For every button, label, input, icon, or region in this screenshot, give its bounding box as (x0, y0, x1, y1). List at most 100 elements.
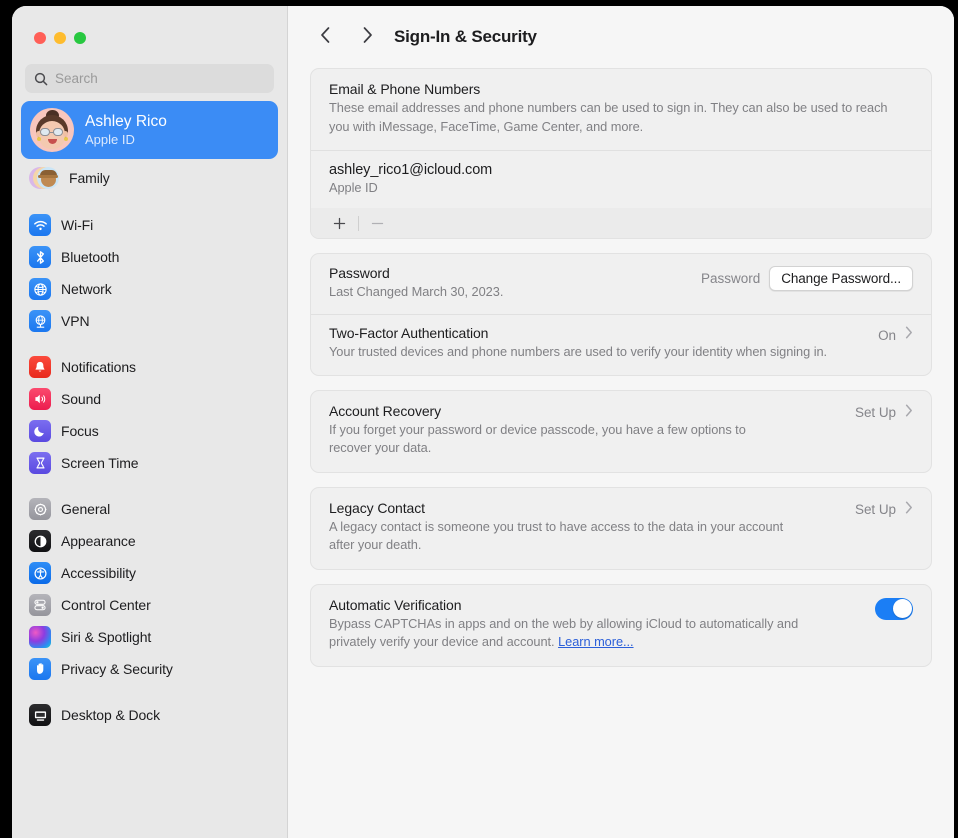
speaker-icon (29, 388, 51, 410)
accessibility-person-icon (29, 562, 51, 584)
account-recovery-row[interactable]: Account Recovery If you forget your pass… (311, 391, 931, 472)
two-factor-description: Your trusted devices and phone numbers a… (329, 343, 827, 362)
remove-button[interactable] (364, 212, 392, 234)
plus-icon (333, 217, 346, 230)
minus-icon (371, 217, 384, 230)
sidebar-item-label: General (61, 501, 110, 517)
sidebar-item-privacy-security[interactable]: Privacy & Security (21, 653, 278, 685)
card-account-recovery[interactable]: Account Recovery If you forget your pass… (310, 390, 932, 473)
traffic-lights (12, 6, 287, 44)
automatic-verification-row: Automatic Verification Bypass CAPTCHAs i… (311, 585, 931, 666)
email-entry-row[interactable]: ashley_rico1@icloud.com Apple ID (311, 151, 931, 209)
sidebar-item-label: Family (69, 170, 110, 186)
email-phone-header: Email & Phone Numbers These email addres… (311, 69, 931, 150)
section-description: These email addresses and phone numbers … (329, 99, 904, 136)
sidebar-item-screen-time[interactable]: Screen Time (21, 447, 278, 479)
appearance-contrast-icon (29, 530, 51, 552)
search-icon (34, 72, 48, 86)
divider (358, 216, 359, 231)
desktop-dock-icon (29, 704, 51, 726)
sidebar-item-label: Wi-Fi (61, 217, 93, 233)
account-recovery-description: If you forget your password or device pa… (329, 421, 784, 458)
two-factor-row[interactable]: Two-Factor Authentication Your trusted d… (311, 314, 931, 375)
hourglass-icon (29, 452, 51, 474)
back-button[interactable] (310, 22, 340, 52)
vpn-globe-icon (29, 310, 51, 332)
sidebar-item-sound[interactable]: Sound (21, 383, 278, 415)
sidebar-item-focus[interactable]: Focus (21, 415, 278, 447)
sidebar-item-accessibility[interactable]: Accessibility (21, 557, 278, 589)
zoom-button[interactable] (74, 32, 86, 44)
account-recovery-status: Set Up (855, 405, 896, 420)
sidebar-item-notifications[interactable]: Notifications (21, 351, 278, 383)
sidebar-item-general[interactable]: General (21, 493, 278, 525)
sidebar-item-label: Privacy & Security (61, 661, 173, 677)
change-password-button[interactable]: Change Password... (769, 266, 913, 291)
settings-content: Email & Phone Numbers These email addres… (288, 68, 954, 667)
sidebar-item-desktop-dock[interactable]: Desktop & Dock (21, 699, 278, 731)
network-globe-icon (29, 278, 51, 300)
sidebar-item-label: Siri & Spotlight (61, 629, 151, 645)
sidebar-item-label: Network (61, 281, 112, 297)
control-center-toggles-icon (29, 594, 51, 616)
sidebar: Ashley Rico Apple ID Family (12, 6, 288, 838)
search-input[interactable] (55, 64, 265, 93)
password-field-label: Password (701, 271, 760, 286)
toggle-knob (893, 599, 912, 618)
card-email-phone: Email & Phone Numbers These email addres… (310, 68, 932, 239)
legacy-contact-description: A legacy contact is someone you trust to… (329, 518, 804, 555)
password-subtitle: Last Changed March 30, 2023. (329, 283, 503, 302)
toolbar: Sign-In & Security (288, 6, 954, 68)
email-add-remove-bar (311, 208, 931, 238)
moon-icon (29, 420, 51, 442)
sidebar-nav: Ashley Rico Apple ID Family (12, 101, 287, 731)
email-type: Apple ID (329, 179, 849, 198)
card-password-2fa: Password Last Changed March 30, 2023. Pa… (310, 253, 932, 376)
sidebar-group-network: Wi-Fi Bluetooth (21, 209, 278, 337)
sidebar-item-control-center[interactable]: Control Center (21, 589, 278, 621)
sidebar-item-label: Appearance (61, 533, 136, 549)
add-button[interactable] (325, 212, 353, 234)
card-legacy-contact[interactable]: Legacy Contact A legacy contact is someo… (310, 487, 932, 570)
sidebar-item-label: Sound (61, 391, 101, 407)
learn-more-link[interactable]: Learn more... (558, 634, 633, 649)
sidebar-item-account[interactable]: Ashley Rico Apple ID (21, 101, 278, 159)
sidebar-item-siri-spotlight[interactable]: Siri & Spotlight (21, 621, 278, 653)
forward-button[interactable] (352, 22, 382, 52)
avatar (30, 108, 74, 152)
search-field[interactable] (25, 64, 274, 93)
minimize-button[interactable] (54, 32, 66, 44)
sidebar-item-label: Notifications (61, 359, 136, 375)
gear-icon (29, 498, 51, 520)
chevron-right-icon (905, 326, 913, 344)
automatic-verification-toggle[interactable] (875, 598, 913, 620)
sidebar-item-bluetooth[interactable]: Bluetooth (21, 241, 278, 273)
password-row: Password Last Changed March 30, 2023. Pa… (311, 254, 931, 314)
siri-orb-icon (29, 626, 51, 648)
family-memoji-icon (29, 163, 59, 193)
main-panel: Sign-In & Security Email & Phone Numbers… (288, 6, 954, 838)
sidebar-item-wifi[interactable]: Wi-Fi (21, 209, 278, 241)
bluetooth-icon (29, 246, 51, 268)
sidebar-item-label: VPN (61, 313, 90, 329)
sidebar-item-family[interactable]: Family (21, 161, 278, 195)
email-address: ashley_rico1@icloud.com (329, 162, 913, 178)
password-title: Password (329, 265, 503, 281)
chevron-right-icon (361, 26, 374, 49)
sidebar-group-general: General Appearance (21, 493, 278, 685)
sidebar-item-network[interactable]: Network (21, 273, 278, 305)
sidebar-item-vpn[interactable]: VPN (21, 305, 278, 337)
sidebar-item-label: Control Center (61, 597, 151, 613)
bell-icon (29, 356, 51, 378)
legacy-contact-title: Legacy Contact (329, 500, 804, 516)
chevron-right-icon (905, 404, 913, 422)
section-title: Email & Phone Numbers (329, 81, 913, 97)
sidebar-item-label: Focus (61, 423, 99, 439)
sidebar-item-appearance[interactable]: Appearance (21, 525, 278, 557)
chevron-right-icon (905, 501, 913, 519)
legacy-contact-row[interactable]: Legacy Contact A legacy contact is someo… (311, 488, 931, 569)
close-button[interactable] (34, 32, 46, 44)
legacy-contact-status: Set Up (855, 502, 896, 517)
sidebar-item-label: Screen Time (61, 455, 139, 471)
account-recovery-title: Account Recovery (329, 403, 784, 419)
